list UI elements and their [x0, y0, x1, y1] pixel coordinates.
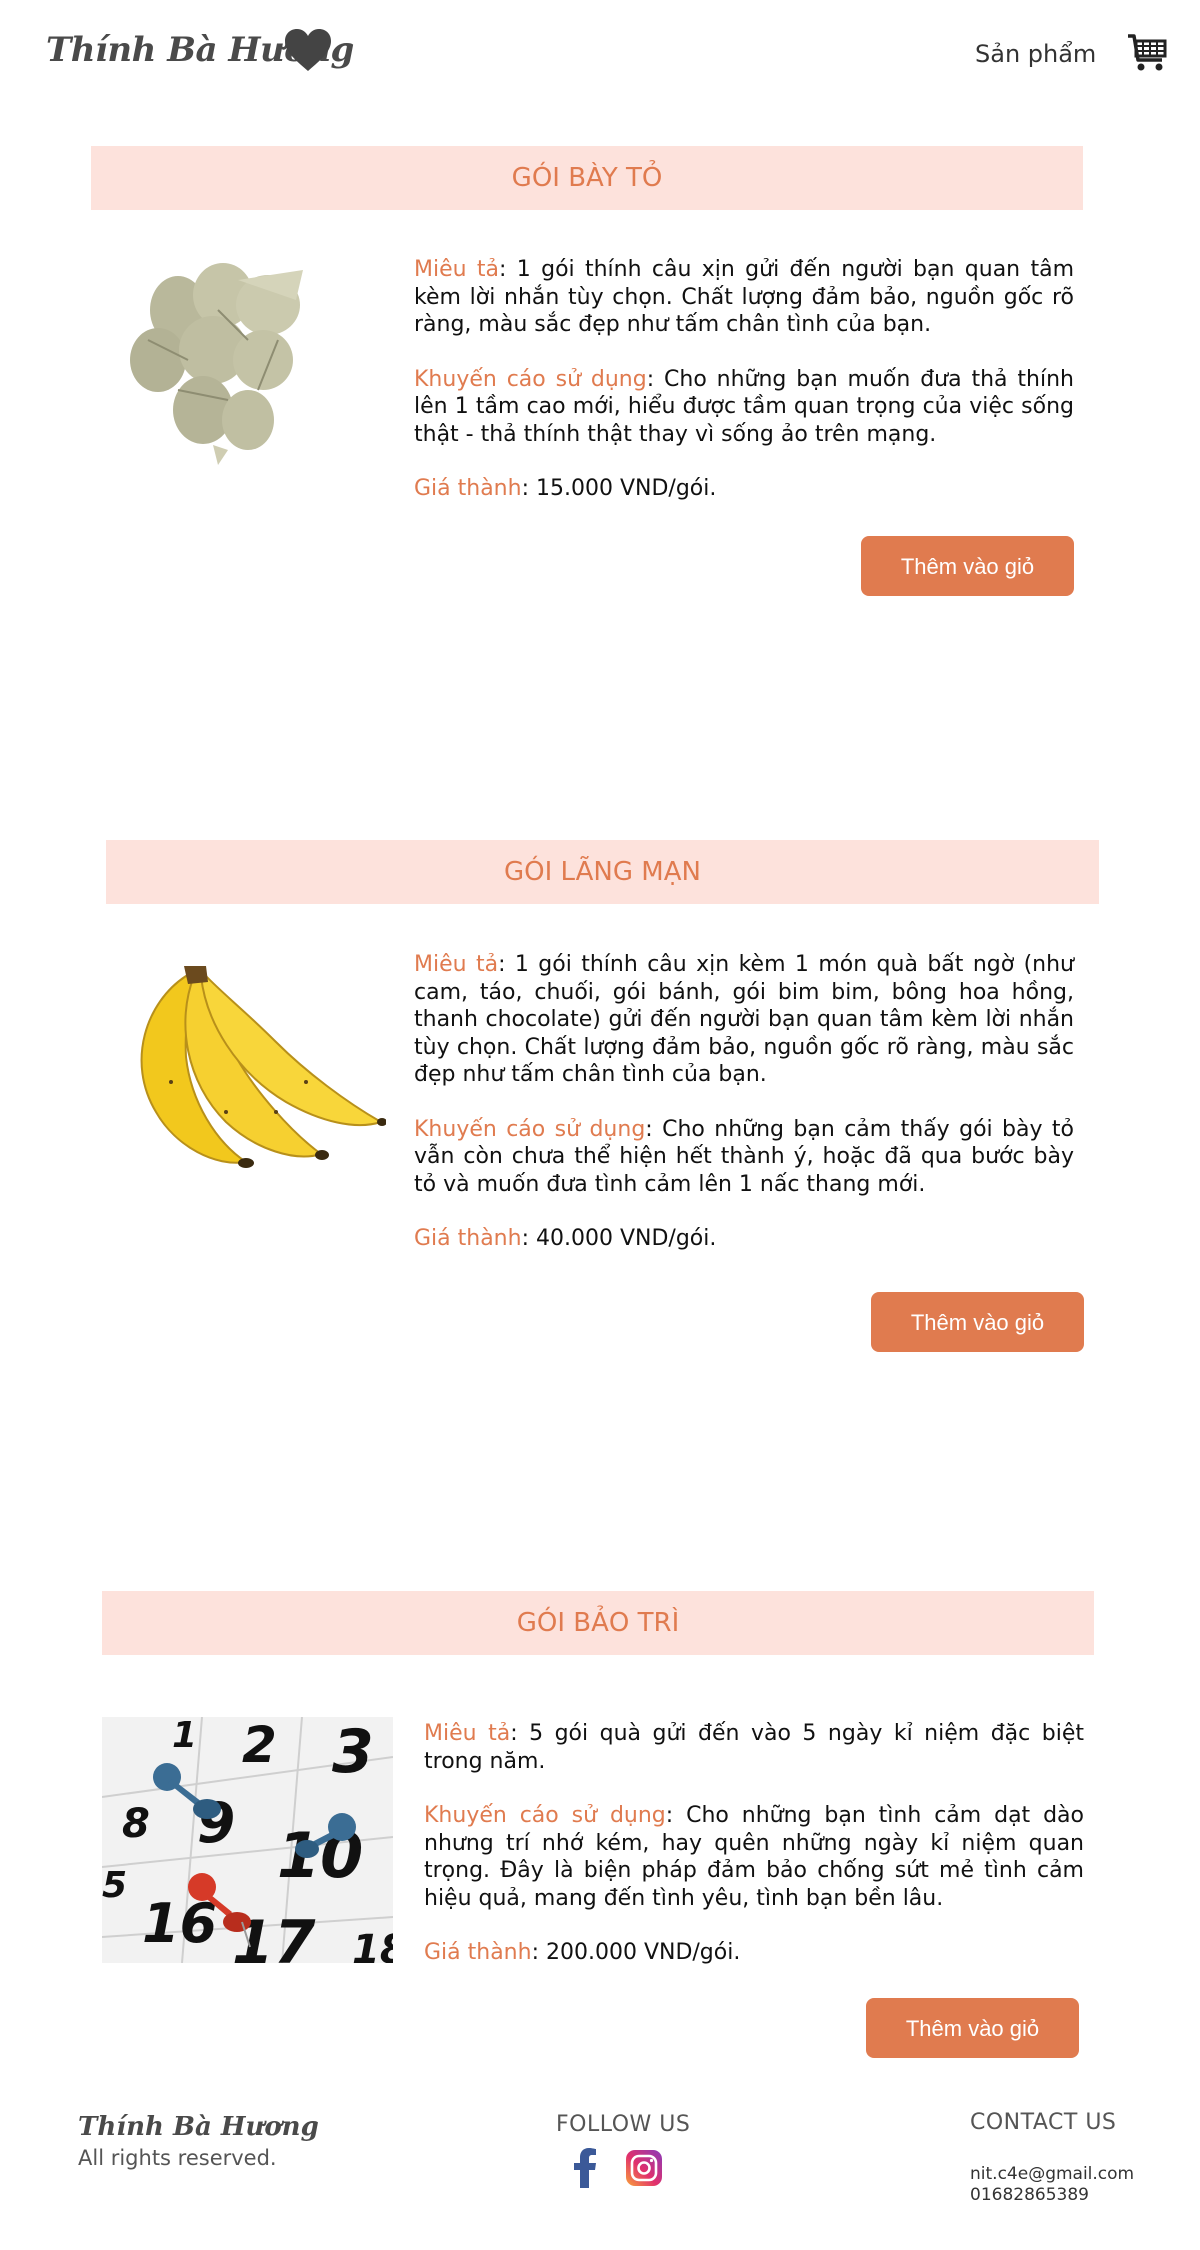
price-text: : 200.000 VND/gói. — [531, 1940, 741, 1965]
calendar-number: 16 — [142, 1892, 217, 1955]
price-label: Giá thành — [414, 1226, 522, 1251]
calendar-number: 2 — [242, 1717, 277, 1774]
nav-products-link[interactable]: Sản phẩm — [975, 40, 1096, 68]
product-image-calendar: 1 2 3 8 9 10 5 16 17 18 — [102, 1717, 393, 1963]
add-to-cart-button[interactable]: Thêm vào giỏ — [866, 1998, 1079, 2058]
calendar-number: 5 — [102, 1865, 127, 1906]
price-label: Giá thành — [414, 476, 522, 501]
cart-icon[interactable] — [1126, 32, 1168, 74]
calendar-number: 3 — [332, 1717, 374, 1787]
product-description-bao-tri: Miêu tả: 5 gói quà gửi đến vào 5 ngày kỉ… — [424, 1720, 1084, 1994]
price-text: : 15.000 VND/gói. — [521, 476, 717, 501]
footer-rights: All rights reserved. — [78, 2146, 277, 2170]
add-to-cart-button[interactable]: Thêm vào giỏ — [871, 1292, 1084, 1352]
product-description-bay-to: Miêu tả: 1 gói thính câu xịn gửi đến ngư… — [414, 256, 1074, 530]
recommendation-label: Khuyến cáo sử dụng — [424, 1803, 666, 1828]
description-label: Miêu tả — [414, 257, 500, 282]
footer-brand: Thính Bà Hương — [78, 2112, 319, 2142]
description-text: : 5 gói quà gửi đến vào 5 ngày kỉ niệm đ… — [424, 1721, 1084, 1774]
recommendation-label: Khuyến cáo sử dụng — [414, 366, 647, 392]
section-title-bay-to: GÓI BÀY TỎ — [91, 146, 1083, 210]
contact-email[interactable]: nit.c4e@gmail.com — [970, 2164, 1134, 2184]
description-text: : 1 gói thính câu xịn gửi đến người bạn … — [414, 257, 1074, 337]
follow-us-title: FOLLOW US — [556, 2112, 691, 2137]
description-label: Miêu tả — [424, 1721, 511, 1746]
calendar-number: 8 — [122, 1801, 150, 1847]
instagram-icon[interactable] — [626, 2150, 662, 2186]
price-label: Giá thành — [424, 1940, 532, 1965]
product-image-thinh — [130, 263, 303, 465]
facebook-icon[interactable] — [573, 2148, 597, 2188]
section-title-lang-man: GÓI LÃNG MẠN — [106, 840, 1099, 904]
product-description-lang-man: Miêu tả: 1 gói thính câu xịn kèm 1 món q… — [414, 951, 1074, 1280]
contact-phone: 01682865389 — [970, 2185, 1089, 2205]
calendar-number: 1 — [172, 1717, 197, 1756]
section-title-bao-tri: GÓI BẢO TRÌ — [102, 1591, 1094, 1655]
calendar-number: 18 — [352, 1927, 393, 1963]
price-text: : 40.000 VND/gói. — [521, 1226, 717, 1251]
description-label: Miêu tả — [414, 952, 499, 977]
product-image-banana — [140, 966, 386, 1168]
contact-us-title: CONTACT US — [970, 2110, 1117, 2135]
description-text: : 1 gói thính câu xịn kèm 1 món quà bất … — [414, 952, 1074, 1087]
add-to-cart-button[interactable]: Thêm vào giỏ — [861, 536, 1074, 596]
heart-icon — [285, 29, 331, 71]
recommendation-label: Khuyến cáo sử dụng — [414, 1116, 646, 1142]
